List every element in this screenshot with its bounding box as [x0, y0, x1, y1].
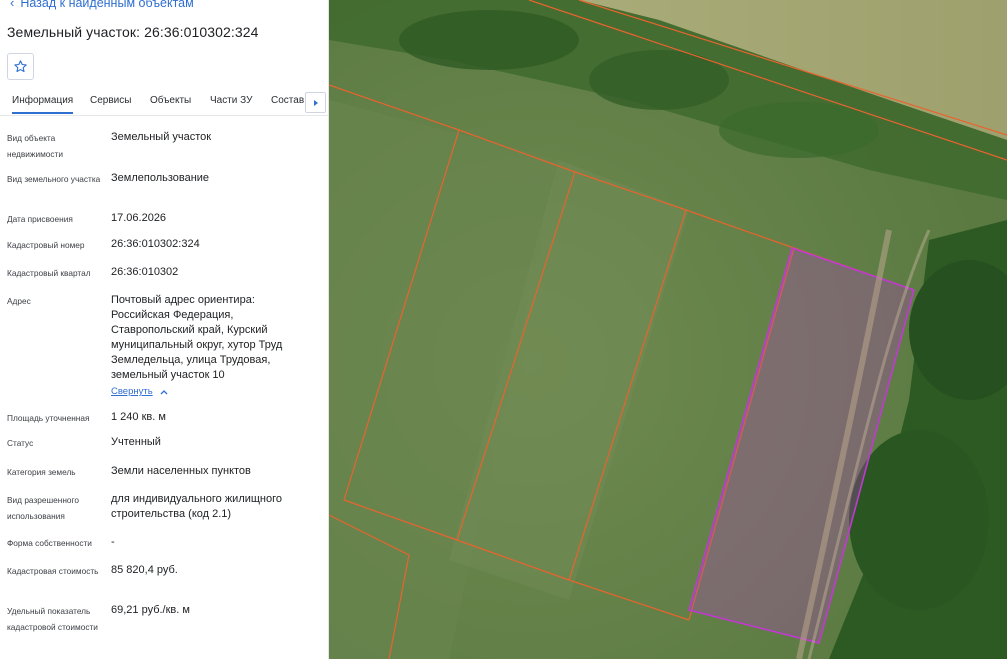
field-value: Учтенный	[111, 436, 161, 448]
tab-services[interactable]: Сервисы	[90, 89, 131, 114]
tab-parts[interactable]: Части ЗУ	[210, 89, 252, 114]
field-value: Земли населенных пунктов	[111, 465, 251, 477]
field-label: Вид разрешенного использования	[7, 495, 79, 521]
tab-composition[interactable]: Состав	[271, 89, 304, 114]
page-title: Земельный участок: 26:36:010302:324	[7, 24, 259, 40]
field-label: Вид объекта недвижимости	[7, 133, 63, 159]
field-label: Кадастровый номер	[7, 240, 85, 250]
field-value: Почтовый адрес ориентира: Российская Фед…	[111, 294, 283, 381]
field-label: Кадастровая стоимость	[7, 566, 99, 576]
tab-bar: Информация Сервисы Объекты Части ЗУ Сост…	[0, 89, 328, 116]
field-value: 26:36:010302:324	[111, 238, 200, 250]
field-value: 85 820,4 руб.	[111, 564, 178, 576]
chevron-up-icon	[160, 387, 168, 397]
field-label: Адрес	[7, 296, 31, 306]
field-label: Статус	[7, 438, 34, 448]
tab-objects[interactable]: Объекты	[150, 89, 191, 114]
favorite-button[interactable]	[7, 53, 34, 80]
tabs-scroll-right-button[interactable]	[305, 92, 326, 113]
field-value: Землепользование	[111, 172, 210, 184]
info-panel: ‹ Назад к найденным объектам Земельный у…	[0, 0, 329, 659]
field-label: Площадь уточненная	[7, 413, 90, 423]
field-value: 17.06.2026	[111, 212, 167, 224]
satellite-map	[329, 0, 1007, 659]
collapse-link[interactable]: Свернуть	[111, 386, 168, 397]
chevron-left-icon: ‹	[10, 0, 15, 10]
back-link[interactable]: ‹ Назад к найденным объектам	[10, 0, 194, 11]
field-value: 1 240 кв. м	[111, 411, 166, 423]
map-view[interactable]	[329, 0, 1007, 659]
field-label: Удельный показатель кадастровой стоимост…	[7, 606, 98, 632]
field-label: Категория земель	[7, 467, 76, 477]
field-label: Форма собственности	[7, 538, 92, 548]
tab-info[interactable]: Информация	[12, 89, 74, 114]
field-value: 26:36:010302	[111, 266, 179, 278]
field-label: Вид земельного участка	[7, 174, 101, 184]
field-value: 69,21 руб./кв. м	[111, 604, 190, 616]
field-value: -	[111, 536, 115, 548]
field-value: Земельный участок	[111, 131, 212, 143]
collapse-link-label: Свернуть	[111, 386, 153, 397]
field-value: для индивидуального жилищного строительс…	[111, 493, 283, 520]
caret-right-icon	[313, 99, 318, 106]
star-icon	[14, 60, 27, 73]
field-label: Кадастровый квартал	[7, 268, 91, 278]
field-label: Дата присвоения	[7, 214, 73, 224]
back-link-label: Назад к найденным объектам	[20, 0, 194, 10]
